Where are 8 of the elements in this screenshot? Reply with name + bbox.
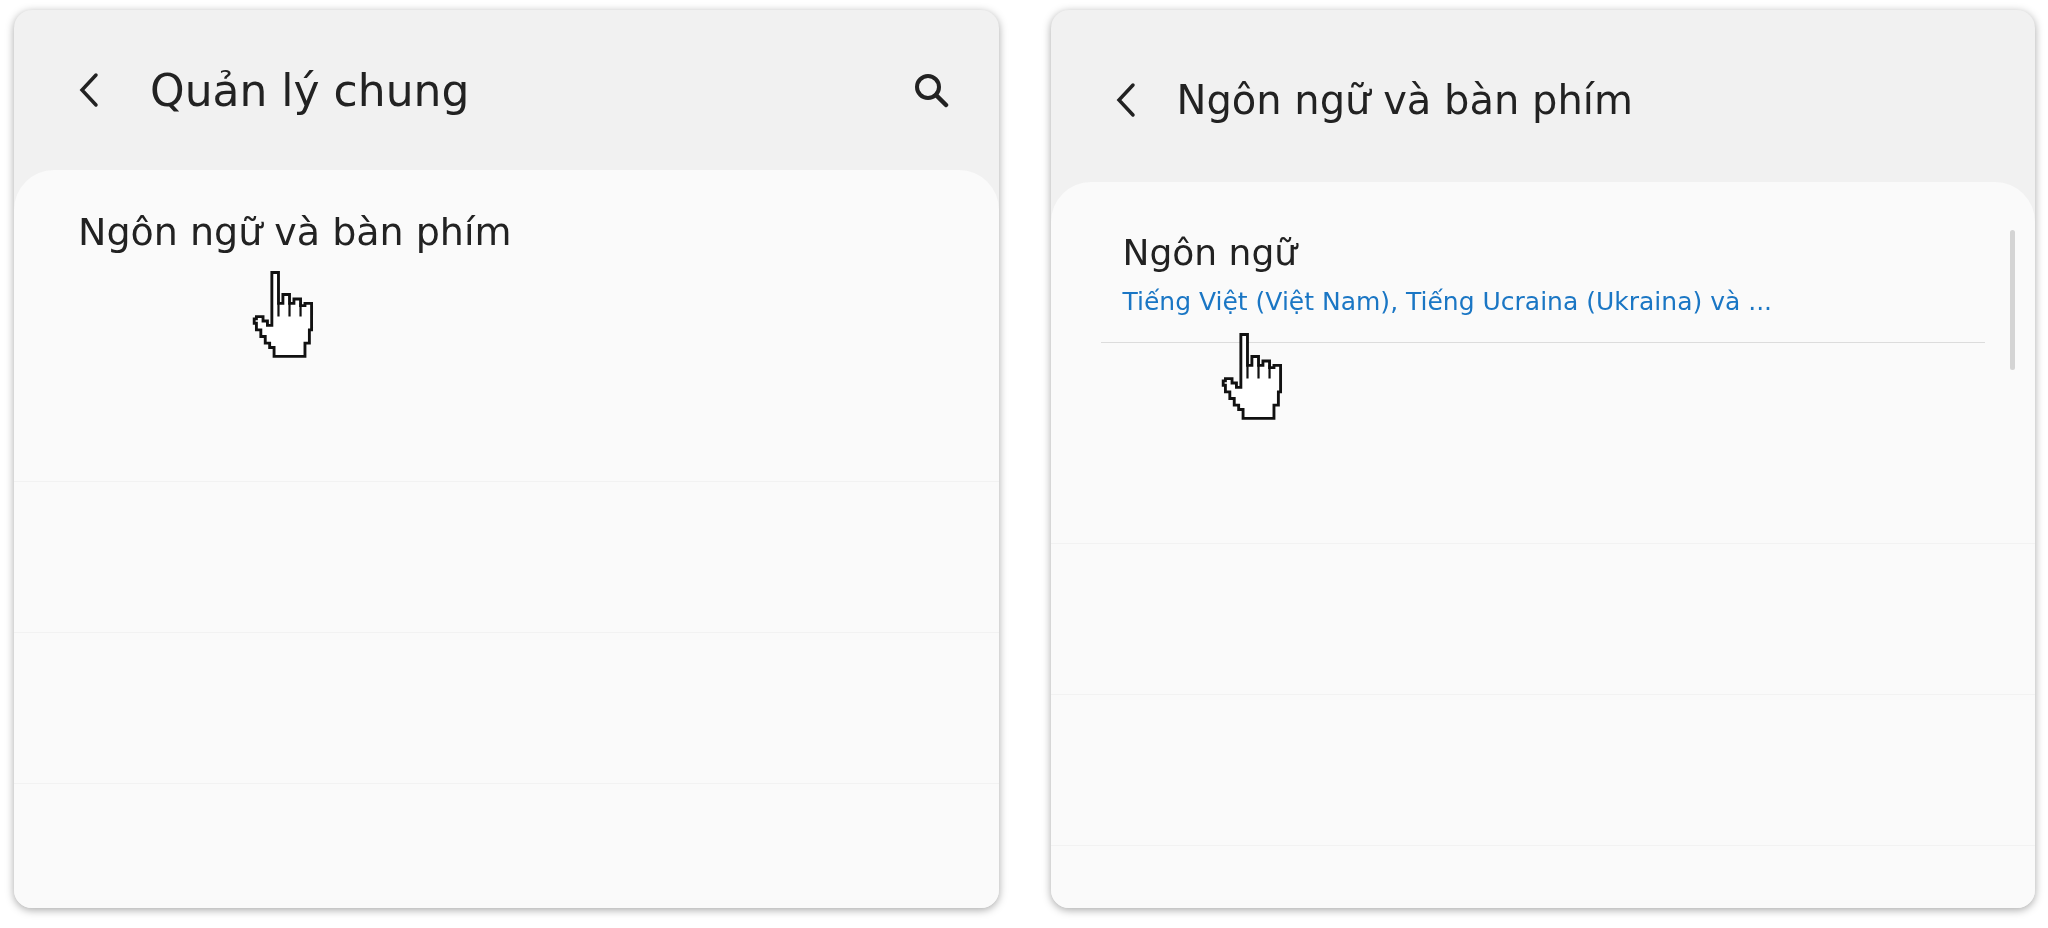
- settings-item[interactable]: Ngôn ngữ: [1122, 232, 1298, 273]
- screen-title: Quản lý chung: [150, 64, 471, 116]
- back-icon[interactable]: [1114, 82, 1137, 118]
- back-icon[interactable]: [78, 72, 100, 108]
- settings-item-summary: Tiếng Việt (Việt Nam), Tiếng Ucraina (Ukraina) và ...: [1122, 287, 1773, 316]
- screen-title: Ngôn ngữ và bàn phím: [1176, 77, 1634, 123]
- search-icon[interactable]: [912, 72, 949, 108]
- settings-item[interactable]: Ngôn ngữ và bàn phím: [78, 210, 512, 254]
